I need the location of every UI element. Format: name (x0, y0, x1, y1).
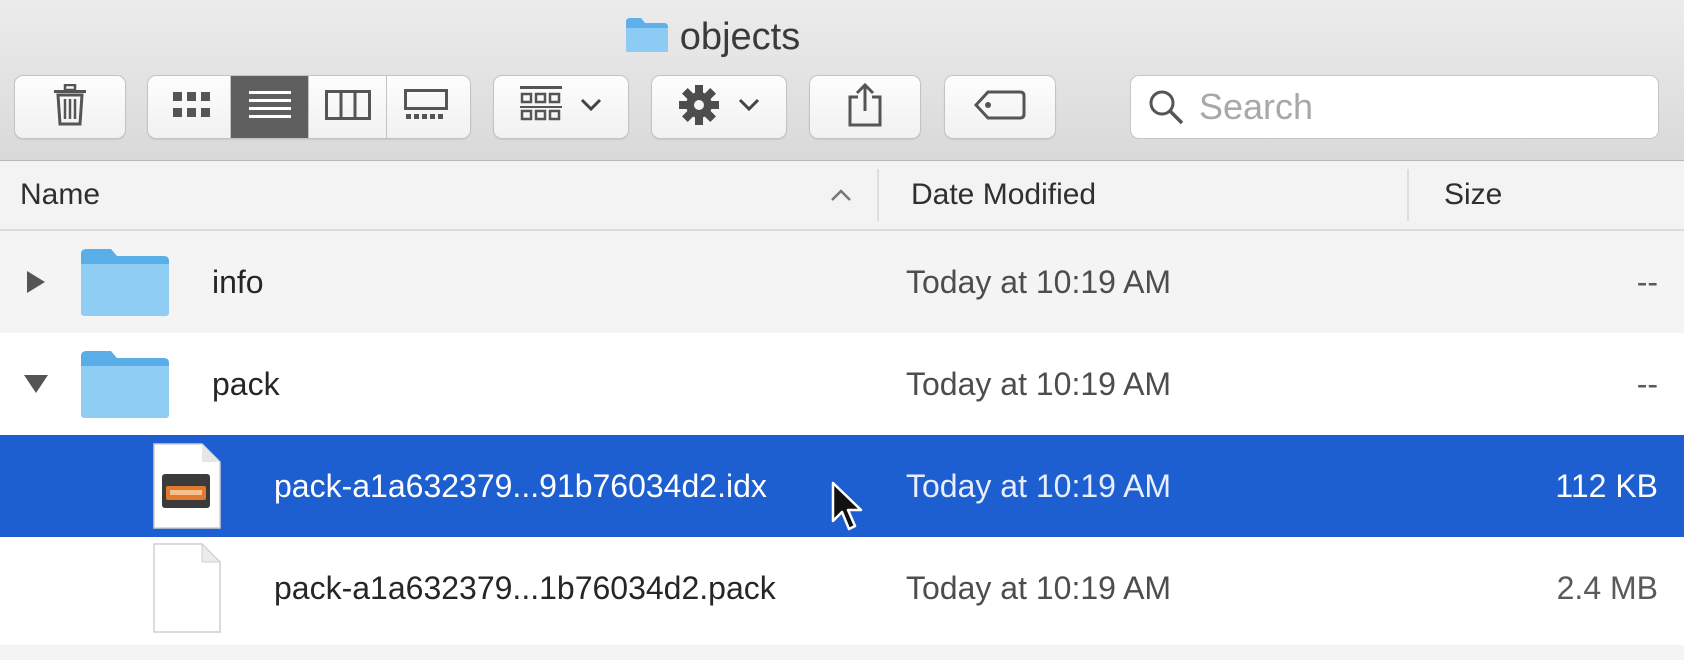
action-button[interactable] (651, 75, 787, 139)
group-button[interactable] (493, 75, 629, 139)
share-icon (847, 82, 883, 132)
trash-button[interactable] (14, 75, 126, 139)
file-size: -- (1636, 365, 1658, 402)
file-list: info Today at 10:19 AM -- pack Today at … (0, 231, 1684, 639)
document-icon (152, 537, 222, 639)
column-date-modified[interactable]: Date Modified (911, 161, 1096, 229)
file-date: Today at 10:19 AM (906, 569, 1172, 606)
file-row-idx[interactable]: pack-a1a632379...91b76034d2.idx Today at… (0, 435, 1684, 537)
gallery-icon (404, 88, 448, 126)
file-row-pack-file[interactable]: pack-a1a632379...1b76034d2.pack Today at… (0, 537, 1684, 639)
tags-button[interactable] (944, 75, 1056, 139)
column-date-label: Date Modified (911, 178, 1097, 211)
share-button[interactable] (809, 75, 921, 139)
columns-icon (324, 89, 371, 125)
folder-icon (79, 333, 171, 435)
view-list-button[interactable] (231, 76, 309, 138)
column-divider[interactable] (1407, 169, 1409, 221)
file-date: Today at 10:19 AM (906, 467, 1172, 504)
chevron-down-icon (738, 98, 760, 117)
trash-icon (50, 83, 90, 131)
mouse-cursor-icon (830, 481, 864, 535)
finder-window: objects Search Name Date Modified Size i… (0, 0, 1684, 660)
group-grid-icon (520, 85, 562, 129)
view-mode-control (147, 75, 471, 139)
file-name: pack (212, 365, 280, 402)
idx-file-icon (152, 435, 222, 537)
file-name: pack-a1a632379...91b76034d2.idx (274, 467, 767, 504)
file-size: -- (1636, 263, 1658, 300)
column-name[interactable]: Name (20, 161, 100, 229)
file-size: 112 KB (1555, 467, 1658, 504)
chevron-down-icon (580, 98, 602, 117)
view-icon-button[interactable] (153, 76, 231, 138)
file-date: Today at 10:19 AM (906, 365, 1172, 402)
file-name: pack-a1a632379...1b76034d2.pack (274, 569, 776, 606)
folder-icon (79, 231, 171, 333)
gear-icon (678, 84, 720, 131)
column-size-label: Size (1444, 178, 1503, 211)
column-header: Name Date Modified Size (0, 161, 1684, 231)
column-size[interactable]: Size (1444, 161, 1502, 229)
toolbar: objects (0, 0, 1684, 161)
column-divider[interactable] (877, 169, 879, 221)
file-date: Today at 10:19 AM (906, 263, 1172, 300)
view-columns-button[interactable] (309, 76, 387, 138)
disclosure-triangle-collapsed-icon[interactable] (24, 231, 48, 333)
window-title: objects (679, 15, 801, 58)
list-icon (248, 89, 291, 126)
search-field[interactable] (1130, 75, 1659, 139)
empty-row (0, 645, 1684, 660)
view-gallery-button[interactable] (387, 76, 465, 138)
sort-ascending-icon (830, 161, 852, 229)
disclosure-triangle-expanded-icon[interactable] (22, 333, 50, 435)
folder-icon (624, 16, 670, 59)
grid-icon (172, 90, 212, 125)
tag-icon (973, 90, 1026, 125)
file-row-pack[interactable]: pack Today at 10:19 AM -- (0, 333, 1684, 435)
file-row-info[interactable]: info Today at 10:19 AM -- (0, 231, 1684, 333)
column-name-label: Name (20, 178, 101, 211)
search-icon (1147, 88, 1185, 126)
file-size: 2.4 MB (1556, 569, 1658, 606)
file-name: info (212, 263, 264, 300)
search-input[interactable] (1197, 85, 1621, 129)
title-bar: objects (0, 12, 1684, 62)
